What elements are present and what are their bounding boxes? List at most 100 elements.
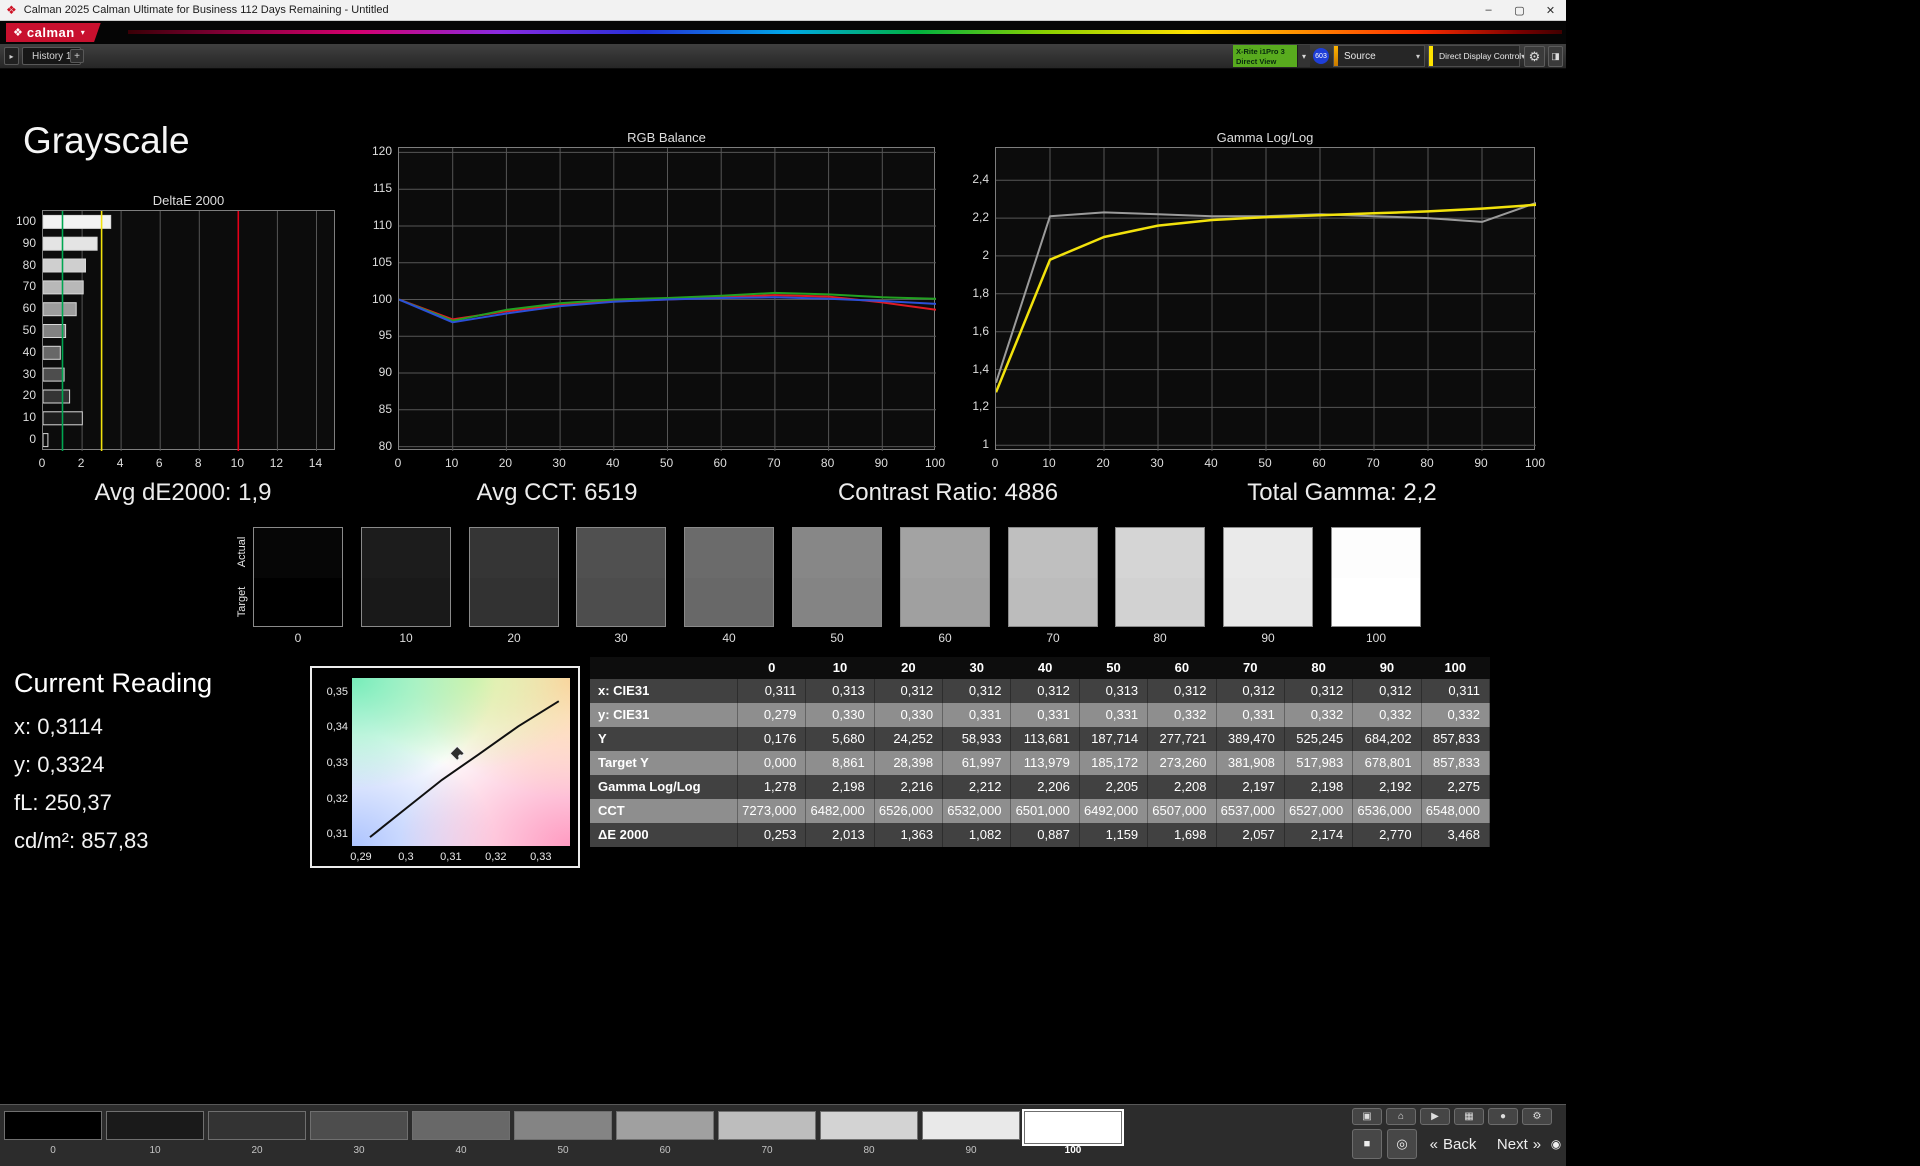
close-button[interactable]: ✕ — [1535, 0, 1566, 20]
add-tab-button[interactable]: + — [70, 49, 84, 63]
rainbow-gradient — [128, 30, 1562, 34]
swatch-actual — [685, 528, 773, 578]
deltae-x-tick: 4 — [116, 456, 124, 470]
patch-button-50[interactable] — [514, 1111, 612, 1140]
reading-x: x: 0,3114 — [14, 714, 103, 739]
table-value-cell: 0,331 — [1011, 703, 1080, 727]
rgb-y-tick: 95 — [378, 328, 392, 343]
table-value-cell: 0,330 — [875, 703, 944, 727]
layers-button[interactable]: ▦ — [1454, 1108, 1484, 1125]
table-value-cell: 0,312 — [1217, 679, 1285, 703]
table-column-header: 80 — [1284, 657, 1354, 679]
patch-button-0[interactable] — [4, 1111, 102, 1140]
next-label: Next — [1496, 1135, 1528, 1153]
patch-button-20[interactable] — [208, 1111, 306, 1140]
meter-read-button[interactable]: ◉ — [1548, 1136, 1564, 1152]
rgb-y-tick: 80 — [378, 438, 392, 453]
source-dropdown[interactable]: Source ▾ — [1333, 45, 1425, 67]
table-header-row: 0 10 20 30 40 50 60 70 80 90 100 — [590, 657, 1490, 679]
table-row: Gamma Log/Log 1,278 2,198 2,216 2,212 2,206 2,… — [590, 775, 1490, 799]
record-button[interactable]: ● — [1488, 1108, 1518, 1125]
table-value-cell: 6537,000 — [1217, 799, 1285, 823]
swatch-label: 70 — [1046, 631, 1060, 645]
next-button[interactable]: Next » — [1488, 1129, 1550, 1159]
play-button[interactable]: ▶ — [1420, 1108, 1450, 1125]
next-arrow-icon: » — [1532, 1135, 1542, 1153]
settings-button[interactable]: ⚙ — [1522, 1108, 1552, 1125]
patch-button-70[interactable] — [718, 1111, 816, 1140]
table-value-cell: 2,208 — [1148, 775, 1217, 799]
panel-toggle-button[interactable]: ◨ — [1548, 46, 1563, 67]
grayscale-swatch-10 — [361, 527, 451, 627]
swatch-label: 20 — [507, 631, 521, 645]
deltae-plot-svg — [43, 211, 317, 451]
rgb-y-tick: 100 — [371, 291, 392, 306]
gamma-x-tick: 70 — [1366, 456, 1380, 470]
grayscale-swatch-80 — [1115, 527, 1205, 627]
rgb-x-tick: 80 — [820, 456, 835, 470]
desktop: ❖ Calman 2025 Calman Ultimate for Busine… — [0, 0, 1920, 1166]
deltae-bar-0 — [43, 433, 49, 448]
grayscale-swatch-30 — [576, 527, 666, 627]
gamma-y-tick: 1,2 — [972, 399, 989, 414]
home-button[interactable]: ⌂ — [1386, 1108, 1416, 1125]
titlebar: ❖ Calman 2025 Calman Ultimate for Busine… — [0, 0, 1566, 21]
minimize-button[interactable]: – — [1473, 0, 1504, 20]
screen-button[interactable]: ▣ — [1352, 1108, 1382, 1125]
patch-button-60[interactable] — [616, 1111, 714, 1140]
meter-icon: ◉ — [1550, 1137, 1562, 1151]
window-title: Calman 2025 Calman Ultimate for Business… — [23, 4, 389, 16]
history-nav-button[interactable]: ▸ — [4, 47, 19, 65]
calman-logo-menu[interactable]: ❖ calman ▾ — [6, 23, 101, 42]
patch-button-80[interactable] — [820, 1111, 918, 1140]
table-value-cell: 389,470 — [1217, 727, 1285, 751]
swatch-label: 0 — [294, 631, 302, 645]
table-row: Target Y 0,000 8,861 28,398 61,997 113,979 185… — [590, 751, 1490, 775]
settings-button[interactable]: ⚙ — [1524, 46, 1545, 67]
continuous-read-button[interactable]: ◎ — [1387, 1129, 1417, 1159]
table-row-label: Y — [590, 727, 738, 751]
display-control-dropdown[interactable]: Direct Display Control ▾ — [1428, 45, 1525, 67]
table-value-cell: 1,159 — [1080, 823, 1149, 847]
back-arrow-icon: « — [1429, 1135, 1438, 1153]
source-label: Source — [1344, 50, 1376, 62]
table-value-cell: 2,206 — [1011, 775, 1080, 799]
rgb-x-tick: 50 — [659, 456, 674, 470]
deltae-x-tick: 14 — [308, 456, 323, 470]
home-icon: ⌂ — [1397, 1111, 1405, 1122]
play-icon: ▶ — [1431, 1111, 1439, 1122]
table-value-cell: 2,275 — [1422, 775, 1490, 799]
patch-button-30[interactable] — [310, 1111, 408, 1140]
patch-button-100[interactable] — [1024, 1111, 1122, 1144]
table-value-cell: 28,398 — [875, 751, 944, 775]
maximize-button[interactable]: ▢ — [1504, 0, 1535, 20]
meter-caret-button[interactable]: ▾ — [1297, 45, 1310, 67]
grayscale-swatch-60 — [900, 527, 990, 627]
deltae-y-tick: 10 — [22, 410, 36, 425]
rgb-x-tick: 10 — [445, 456, 459, 470]
screen-icon: ▣ — [1362, 1111, 1372, 1122]
stop-icon: ■ — [1363, 1138, 1371, 1150]
calman-window: ❖ Calman 2025 Calman Ultimate for Busine… — [0, 0, 1566, 1166]
patch-button-40[interactable] — [412, 1111, 510, 1140]
gamma-x-tick: 10 — [1042, 456, 1056, 470]
patch-label-70: 70 — [761, 1145, 773, 1156]
back-button[interactable]: « Back — [1422, 1129, 1484, 1159]
grayscale-swatch-0 — [253, 527, 343, 627]
table-value-cell: 1,698 — [1148, 823, 1217, 847]
deltae-y-tick: 20 — [22, 388, 36, 403]
table-value-cell: 0,312 — [1011, 679, 1080, 703]
patch-button-90[interactable] — [922, 1111, 1020, 1140]
table-row-label: y: CIE31 — [590, 703, 738, 727]
patch-button-10[interactable] — [106, 1111, 204, 1140]
cie-svg — [369, 700, 560, 838]
settings-icon: ⚙ — [1532, 1111, 1542, 1122]
table-value-cell: 6548,000 — [1422, 799, 1490, 823]
deltae-bar-20 — [43, 389, 71, 404]
table-value-cell: 0,000 — [738, 751, 807, 775]
meter-dropdown[interactable]: X-Rite i1Pro 3 Direct View — [1233, 45, 1297, 67]
stop-button[interactable]: ■ — [1352, 1129, 1382, 1159]
deltae-x-tick: 6 — [155, 456, 163, 470]
gamma-plot-svg — [996, 148, 1536, 451]
table-value-cell: 1,363 — [875, 823, 944, 847]
